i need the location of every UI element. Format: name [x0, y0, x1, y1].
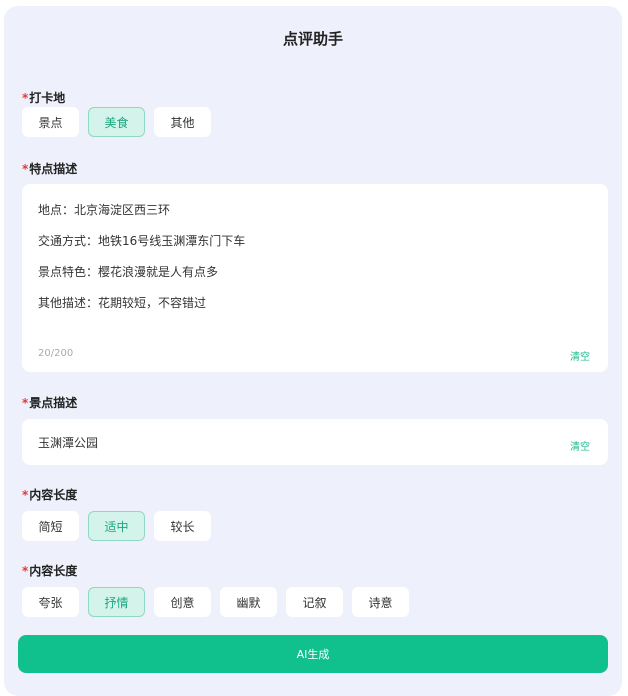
chip-length-long[interactable]: 较长 [154, 511, 211, 541]
features-label: *特点描述 [22, 162, 78, 176]
features-line: 其他描述：花期较短，不容错过 [38, 296, 207, 310]
spot-value: 玉渊潭公园 [38, 436, 99, 450]
chip-style-poetic[interactable]: 诗意 [352, 587, 409, 617]
chip-length-medium[interactable]: 适中 [88, 511, 145, 541]
checkin-label: *打卡地 [22, 91, 66, 105]
checkin-options: 景点 美食 其他 [22, 107, 211, 137]
assistant-panel: 点评助手 *打卡地 景点 美食 其他 *特点描述 地点：北京海淀区西三环 交通方… [4, 6, 622, 696]
features-line: 地点：北京海淀区西三环 [38, 203, 171, 217]
required-mark: * [22, 564, 29, 578]
required-mark: * [22, 162, 29, 176]
features-clear-button[interactable]: 清空 [570, 348, 590, 363]
required-mark: * [22, 488, 29, 502]
spot-label: *景点描述 [22, 396, 78, 410]
chip-style-exaggerated[interactable]: 夸张 [22, 587, 79, 617]
chip-style-humorous[interactable]: 幽默 [220, 587, 277, 617]
spot-clear-button[interactable]: 清空 [570, 438, 590, 453]
style-label: *内容长度 [22, 564, 78, 578]
char-counter: 20/200 [38, 348, 74, 359]
ai-generate-button[interactable]: AI生成 [18, 635, 608, 673]
features-line: 景点特色：樱花浪漫就是人有点多 [38, 265, 219, 279]
chip-style-creative[interactable]: 创意 [154, 587, 211, 617]
page-title: 点评助手 [282, 30, 343, 48]
length-options: 简短 适中 较长 [22, 511, 211, 541]
required-mark: * [22, 91, 29, 105]
features-line: 交通方式：地铁16号线玉渊潭东门下车 [38, 234, 246, 248]
style-options: 夸张 抒情 创意 幽默 记叙 诗意 [22, 587, 409, 617]
spot-input[interactable]: 玉渊潭公园 清空 [22, 419, 608, 465]
chip-style-narrative[interactable]: 记叙 [286, 587, 343, 617]
required-mark: * [22, 396, 29, 410]
chip-length-short[interactable]: 简短 [22, 511, 79, 541]
chip-checkin-other[interactable]: 其他 [154, 107, 211, 137]
features-textarea[interactable]: 地点：北京海淀区西三环 交通方式：地铁16号线玉渊潭东门下车 景点特色：樱花浪漫… [22, 184, 608, 372]
chip-style-lyrical[interactable]: 抒情 [88, 587, 145, 617]
chip-checkin-scenic[interactable]: 景点 [22, 107, 79, 137]
length-label: *内容长度 [22, 488, 78, 502]
chip-checkin-food[interactable]: 美食 [88, 107, 145, 137]
